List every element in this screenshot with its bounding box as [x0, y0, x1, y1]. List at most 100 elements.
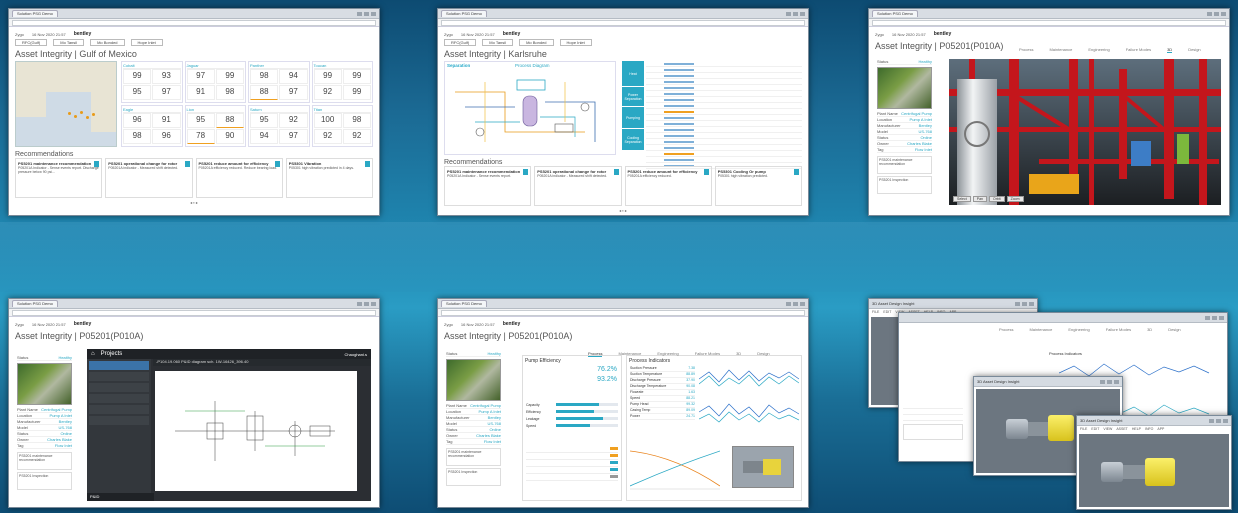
tab-failure-modes[interactable]: Failure Modes: [1126, 47, 1151, 53]
window-controls[interactable]: [1207, 11, 1226, 16]
recommendation-card[interactable]: PS5201 maintenance recommendation: [446, 448, 501, 466]
project-list-item[interactable]: [89, 416, 149, 425]
user-name[interactable]: Zygo: [444, 322, 453, 327]
equipment-group[interactable]: Heat: [622, 61, 644, 86]
kpi-card[interactable]: Eagle 96 91 98 96: [121, 105, 183, 147]
tab-engineering[interactable]: Engineering: [657, 351, 678, 357]
view-zoom-button[interactable]: Zoom: [1006, 196, 1024, 202]
tab-maintenance[interactable]: Maintenance: [1049, 47, 1072, 53]
browser-tab[interactable]: Solution PSG Demo: [12, 300, 58, 307]
bookmark-icon[interactable]: [94, 161, 100, 167]
bookmark-icon[interactable]: [794, 169, 799, 175]
tab-maintenance[interactable]: Maintenance: [1029, 327, 1052, 332]
asset-map[interactable]: [15, 61, 117, 147]
tab-process[interactable]: Process: [588, 351, 603, 357]
kpi-card[interactable]: Cobalt 99 93 95 97: [121, 61, 183, 103]
recommendation-card[interactable]: PS5301 Vibration P05301 high vibration pr…: [285, 158, 373, 198]
pagination[interactable]: ◂ ▪ ▸: [444, 208, 802, 213]
tab-design[interactable]: Design: [757, 351, 769, 357]
asset-filter[interactable]: Mo Tansil: [482, 39, 514, 46]
project-list-item[interactable]: [89, 372, 149, 381]
address-bar[interactable]: [869, 19, 1229, 27]
address-bar[interactable]: [438, 19, 808, 27]
recommendation-card[interactable]: PS5201 maintenance recommendation: [17, 452, 72, 470]
kpi-card[interactable]: Toucan 99 99 92 99: [311, 61, 373, 103]
window-controls[interactable]: [357, 301, 376, 306]
bookmark-icon[interactable]: [523, 169, 529, 175]
inspection-card[interactable]: PS5201 Inspection: [877, 176, 932, 194]
pid-diagram[interactable]: [155, 371, 357, 491]
kpi-card[interactable]: Lion 95 88 78 90: [184, 105, 246, 147]
component-filter[interactable]: Mo Bonded: [90, 39, 125, 46]
menu-item[interactable]: HELP: [1132, 427, 1141, 431]
project-list-item[interactable]: [89, 394, 149, 403]
project-list-item[interactable]: [89, 405, 149, 414]
view-orbit-button[interactable]: Orbit: [988, 196, 1005, 202]
address-bar[interactable]: [438, 309, 808, 317]
view-pan-button[interactable]: Pan: [972, 196, 987, 202]
tab-3d[interactable]: 3D: [736, 351, 741, 357]
tab-engineering[interactable]: Engineering: [1068, 327, 1089, 332]
browser-tab[interactable]: Solution PSG Demo: [441, 300, 487, 307]
tab-process[interactable]: Process: [999, 327, 1013, 332]
menu-item[interactable]: VIEW: [1103, 427, 1112, 431]
component-filter[interactable]: Mo Bonded: [519, 39, 554, 46]
pagination[interactable]: ◂ ▪ ▸: [15, 200, 373, 205]
view-select-button[interactable]: Select: [953, 196, 971, 202]
bookmark-icon[interactable]: [613, 169, 619, 175]
menu-item[interactable]: EDIT: [883, 310, 891, 314]
tab-design[interactable]: Design: [1168, 327, 1180, 332]
menu-item[interactable]: EDIT: [1091, 427, 1099, 431]
menu-item[interactable]: FILE: [1080, 427, 1087, 431]
recommendation-card[interactable]: PS5301 Cooling Or pump P05301 high vibrat…: [714, 166, 802, 206]
tab-3d[interactable]: 3D: [1147, 327, 1152, 332]
user-badge[interactable]: Chaoghani.s: [345, 352, 367, 357]
kpi-card[interactable]: Panther 98 94 88 97: [248, 61, 310, 103]
region-filter[interactable]: RFC(Gulf): [444, 39, 477, 46]
tab-3d[interactable]: 3D: [1167, 47, 1173, 53]
bookmark-icon[interactable]: [274, 161, 280, 167]
bookmark-icon[interactable]: [184, 161, 190, 167]
user-name[interactable]: Zygo: [444, 32, 453, 37]
equipment-group[interactable]: Cooling Separation: [622, 129, 644, 150]
kpi-card[interactable]: Titan 100 98 92 92: [311, 105, 373, 147]
menu-item[interactable]: APP: [1157, 427, 1164, 431]
address-bar[interactable]: [9, 309, 379, 317]
window-controls[interactable]: [357, 11, 376, 16]
equipment-group[interactable]: Pumping: [622, 107, 644, 128]
address-bar[interactable]: [9, 19, 379, 27]
tab-process[interactable]: Process: [1019, 47, 1033, 53]
home-icon[interactable]: ⌂: [91, 351, 95, 357]
user-name[interactable]: Zygo: [875, 32, 884, 37]
recommendation-card[interactable]: PS5201 operational change for rotor P0520…: [534, 166, 622, 206]
tab-engineering[interactable]: Engineering: [1088, 47, 1109, 53]
platform-markers[interactable]: [66, 110, 96, 122]
recommendation-card[interactable]: PS5201 maintenance recommendation: [877, 156, 932, 174]
recommendation-card[interactable]: PS5201 reduce amount for efficiency P0520…: [624, 166, 712, 206]
browser-tab[interactable]: Solution PSG Demo: [872, 10, 918, 17]
tab-design[interactable]: Design: [1188, 47, 1200, 53]
3d-viewport[interactable]: Select Pan Orbit Zoom: [949, 59, 1221, 205]
asset-filter[interactable]: Mo Tansil: [53, 39, 85, 46]
inspection-card[interactable]: PS5201 Inspection: [446, 468, 501, 486]
menu-item[interactable]: FILE: [872, 310, 879, 314]
recommendation-card[interactable]: PS5201 maintenance recommendation P05201A…: [15, 158, 103, 198]
project-list-item[interactable]: [89, 361, 149, 370]
pump-thumbnail[interactable]: [732, 446, 794, 488]
browser-tab[interactable]: Solution PSG Demo: [441, 10, 487, 17]
aggregate-filter[interactable]: Hope Inlet: [130, 39, 163, 46]
kpi-card[interactable]: Saturn 95 92 94 97: [248, 105, 310, 147]
inspection-card[interactable]: PS5201 Inspection: [17, 472, 72, 490]
tab-failure-modes[interactable]: Failure Modes: [1106, 327, 1131, 332]
design-viewport[interactable]: [1079, 434, 1229, 507]
project-list-item[interactable]: [89, 383, 149, 392]
window-controls[interactable]: [786, 11, 805, 16]
tab-maintenance[interactable]: Maintenance: [618, 351, 641, 357]
browser-tab[interactable]: Solution PSG Demo: [12, 10, 58, 17]
project-list[interactable]: [87, 359, 151, 493]
recommendation-card[interactable]: PS5201 operational change for rotor P0520…: [105, 158, 193, 198]
process-diagram[interactable]: Separation Process Diagram: [444, 61, 616, 155]
menu-item[interactable]: INFO: [1145, 427, 1153, 431]
aggregate-filter[interactable]: Hope Inlet: [559, 39, 592, 46]
recommendation-card[interactable]: PS5201 reduce amount for efficiency P0520…: [195, 158, 283, 198]
